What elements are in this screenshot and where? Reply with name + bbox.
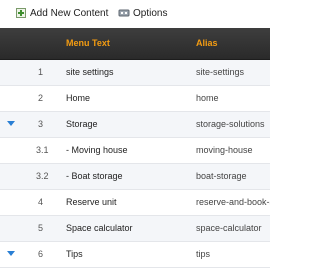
- row-toggle: [7, 190, 17, 215]
- menu-text-cell[interactable]: Reserve unit: [66, 190, 190, 215]
- alias-cell: space-calculator: [196, 223, 262, 233]
- alias-cell: storage-solutions: [196, 119, 265, 129]
- menu-text-cell[interactable]: Tips: [66, 242, 190, 267]
- row-toggle: [7, 164, 17, 189]
- table-row[interactable]: 6 Tips tips: [0, 242, 270, 268]
- grid-body: 1 site settings site-settings 2 Home home 3 Sto…: [0, 60, 270, 268]
- options-label: Options: [133, 7, 168, 19]
- menu-text-cell[interactable]: Home: [66, 86, 190, 111]
- row-toggle[interactable]: [7, 242, 17, 267]
- table-row[interactable]: 3 Storage storage-solutions: [0, 112, 270, 138]
- alias-cell: tips: [196, 249, 211, 259]
- expand-arrow-icon[interactable]: [7, 121, 15, 127]
- alias-cell: moving-house: [196, 145, 253, 155]
- table-row[interactable]: 1 site settings site-settings: [0, 60, 270, 86]
- row-number: 4: [38, 197, 44, 207]
- row-toggle: [7, 60, 17, 85]
- row-toggle: [7, 138, 17, 163]
- expand-arrow-icon[interactable]: [7, 251, 15, 257]
- row-number: 3.2: [36, 171, 49, 181]
- alias-cell: boat-storage: [196, 171, 247, 181]
- menu-grid: Menu Text Alias 1 site settings site-setti…: [0, 28, 270, 268]
- menu-text-cell[interactable]: - Moving house: [66, 138, 190, 163]
- row-toggle: [7, 216, 17, 241]
- row-number: 2: [38, 93, 44, 103]
- row-toggle[interactable]: [7, 112, 17, 137]
- table-row[interactable]: 3.2 - Boat storage boat-storage: [0, 164, 270, 190]
- add-new-content-button[interactable]: Add New Content: [15, 6, 108, 20]
- add-new-content-label: Add New Content: [30, 7, 109, 19]
- add-content-icon: [15, 7, 27, 19]
- alias-cell: site-settings: [196, 67, 245, 77]
- row-number: 6: [38, 249, 44, 259]
- options-icon: [118, 7, 130, 19]
- alias-column-header[interactable]: Alias: [196, 28, 218, 59]
- menu-text-cell[interactable]: site settings: [66, 60, 190, 85]
- row-number: 1: [38, 67, 44, 77]
- row-number: 3.1: [36, 145, 49, 155]
- menu-text-column-header[interactable]: Menu Text: [66, 28, 110, 59]
- menu-text-cell[interactable]: Storage: [66, 112, 190, 137]
- menu-text-cell[interactable]: - Boat storage: [66, 164, 190, 189]
- menu-text-cell[interactable]: Space calculator: [66, 216, 190, 241]
- row-number: 5: [38, 223, 44, 233]
- table-row[interactable]: 4 Reserve unit reserve-and-book-st: [0, 190, 270, 216]
- options-button[interactable]: Options: [118, 6, 167, 20]
- alias-cell: reserve-and-book-st: [196, 197, 270, 207]
- table-row[interactable]: 2 Home home: [0, 86, 270, 112]
- row-number: 3: [38, 119, 44, 129]
- table-row[interactable]: 3.1 - Moving house moving-house: [0, 138, 270, 164]
- table-row[interactable]: 5 Space calculator space-calculator: [0, 216, 270, 242]
- grid-header: Menu Text Alias: [0, 28, 270, 60]
- toolbar: Add New Content Options: [0, 0, 270, 28]
- row-toggle: [7, 86, 17, 111]
- alias-cell: home: [196, 93, 219, 103]
